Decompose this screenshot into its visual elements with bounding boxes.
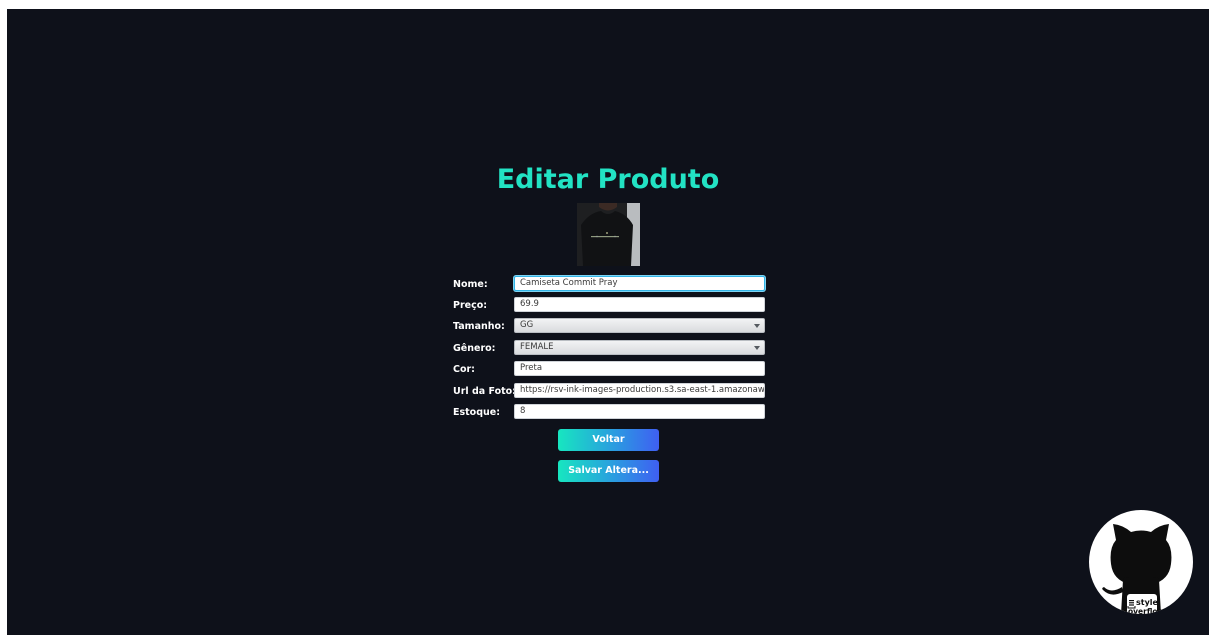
product-photo xyxy=(577,203,640,266)
label-cor: Cor: xyxy=(453,364,475,375)
label-preco: Preço: xyxy=(453,300,488,311)
github-octocat-icon: style overflow xyxy=(1102,524,1172,614)
app-window: Editar Produto Nome: Camiseta Commit Pra… xyxy=(7,9,1209,635)
genero-select[interactable]: FEMALE xyxy=(514,340,765,355)
voltar-button[interactable]: Voltar xyxy=(558,429,659,451)
label-genero: Gênero: xyxy=(453,343,496,354)
logo-text-top: style xyxy=(1136,598,1159,607)
cor-input[interactable]: Preta xyxy=(514,361,765,376)
tamanho-select[interactable]: GG xyxy=(514,318,765,333)
label-estoque: Estoque: xyxy=(453,407,501,418)
preco-input[interactable]: 69.9 xyxy=(514,297,765,312)
label-url-foto: Url da Foto: xyxy=(453,386,516,397)
label-nome: Nome: xyxy=(453,279,488,290)
salvar-alteracoes-button[interactable]: Salvar Altera... xyxy=(558,460,659,482)
chevron-down-icon xyxy=(754,346,760,350)
style-overflow-logo: style overflow xyxy=(1089,510,1193,614)
label-tamanho: Tamanho: xyxy=(453,321,505,332)
genero-select-value: FEMALE xyxy=(520,342,554,352)
tshirt-photo-icon xyxy=(577,203,640,266)
chevron-down-icon xyxy=(754,324,760,328)
nome-input[interactable]: Camiseta Commit Pray xyxy=(514,276,765,291)
url-foto-input[interactable]: https://rsv-ink-images-production.s3.sa-… xyxy=(514,383,765,398)
estoque-input[interactable]: 8 xyxy=(514,404,765,419)
page-title: Editar Produto xyxy=(496,164,720,195)
tamanho-select-value: GG xyxy=(520,320,534,330)
